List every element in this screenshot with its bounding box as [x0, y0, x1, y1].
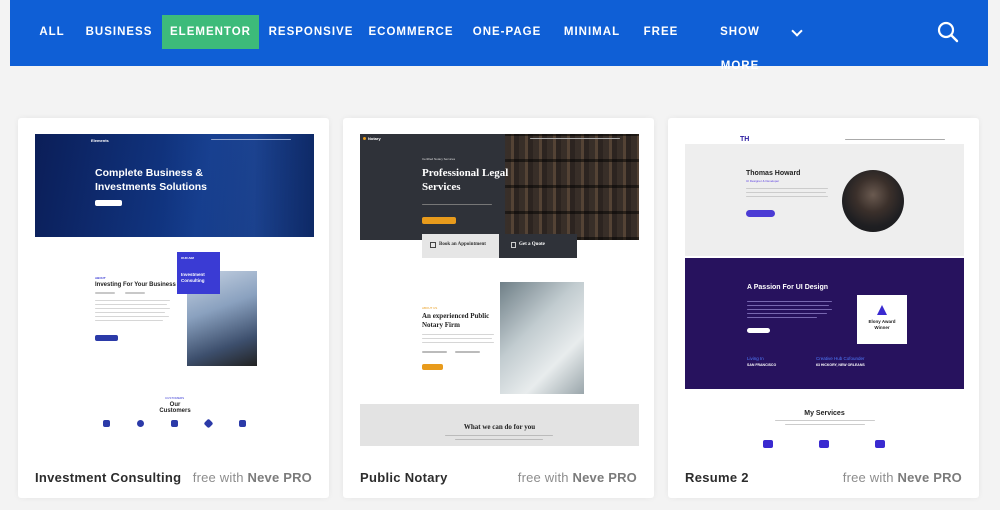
preview-customers-title: Our Customers [159, 402, 191, 414]
filter-one-page[interactable]: ONE-PAGE [469, 15, 545, 49]
passion-section: A Passion For UI Design Living In SAN FR… [685, 258, 964, 389]
filter-all[interactable]: ALL [32, 15, 72, 49]
filter-ecommerce[interactable]: ECOMMERCE [367, 15, 455, 49]
template-preview[interactable]: TH Thomas Howard UI Designer & Developer… [685, 134, 964, 464]
award-badge: Elony Award Winner [857, 295, 907, 344]
preview-section-title: An experienced Public [422, 312, 490, 320]
hero-banner: Elements Complete Business & Investments… [35, 134, 314, 237]
template-price: free with Neve PRO [192, 470, 312, 485]
template-title[interactable]: Investment Consulting [35, 470, 181, 485]
chevron-down-icon[interactable] [791, 25, 803, 37]
filter-responsive[interactable]: RESPONSIVE [267, 15, 355, 49]
search-icon[interactable] [936, 20, 960, 44]
preview-name: Thomas Howard [746, 170, 801, 177]
preview-services-title: My Services [804, 410, 845, 417]
preview-role: UI Designer & Developer [746, 179, 780, 183]
template-preview[interactable]: Elements Complete Business & Investments… [35, 134, 314, 464]
template-price: free with Neve PRO [842, 470, 962, 485]
hero-banner [685, 144, 964, 256]
template-card[interactable]: Elements Complete Business & Investments… [18, 118, 329, 498]
preview-hero-title: Complete Business & [95, 167, 203, 179]
preview-section-title: Investing For Your Business [95, 282, 176, 288]
hero-banner: Notary Certified Notary Services Profess… [360, 134, 639, 240]
preview-logo: TH [740, 136, 750, 143]
show-more-button[interactable]: SHOW MORE [700, 15, 780, 72]
preview-section-title: Notary Firm [422, 321, 460, 329]
avatar [842, 170, 904, 232]
book-appointment-tab[interactable]: Book an Appointment [422, 234, 499, 258]
template-title[interactable]: Public Notary [360, 470, 448, 485]
template-title[interactable]: Resume 2 [685, 470, 749, 485]
template-price: free with Neve PRO [517, 470, 637, 485]
get-quote-tab[interactable]: Get a Quote [499, 234, 577, 258]
filter-business[interactable]: BUSINESS [85, 15, 153, 49]
filter-minimal[interactable]: MINIMAL [559, 15, 625, 49]
category-filter-bar: ALL BUSINESS ELEMENTOR RESPONSIVE ECOMME… [10, 0, 988, 72]
template-card[interactable]: TH Thomas Howard UI Designer & Developer… [668, 118, 979, 498]
preview-hero-title: Services [422, 181, 461, 193]
preview-hero-title: Professional Legal [422, 167, 509, 179]
consulting-box: OUR AIM Investment Consulting [177, 252, 220, 294]
preview-hero-title: Investments Solutions [95, 181, 208, 193]
template-card[interactable]: Notary Certified Notary Services Profess… [343, 118, 654, 498]
services-section: What we can do for you [360, 404, 639, 446]
preview-brand: Elements [91, 138, 109, 143]
signing-photo [500, 282, 584, 394]
filter-free[interactable]: FREE [640, 15, 682, 49]
filter-elementor[interactable]: ELEMENTOR [162, 15, 259, 49]
preview-brand: Notary [368, 136, 381, 141]
template-preview[interactable]: Notary Certified Notary Services Profess… [360, 134, 639, 464]
